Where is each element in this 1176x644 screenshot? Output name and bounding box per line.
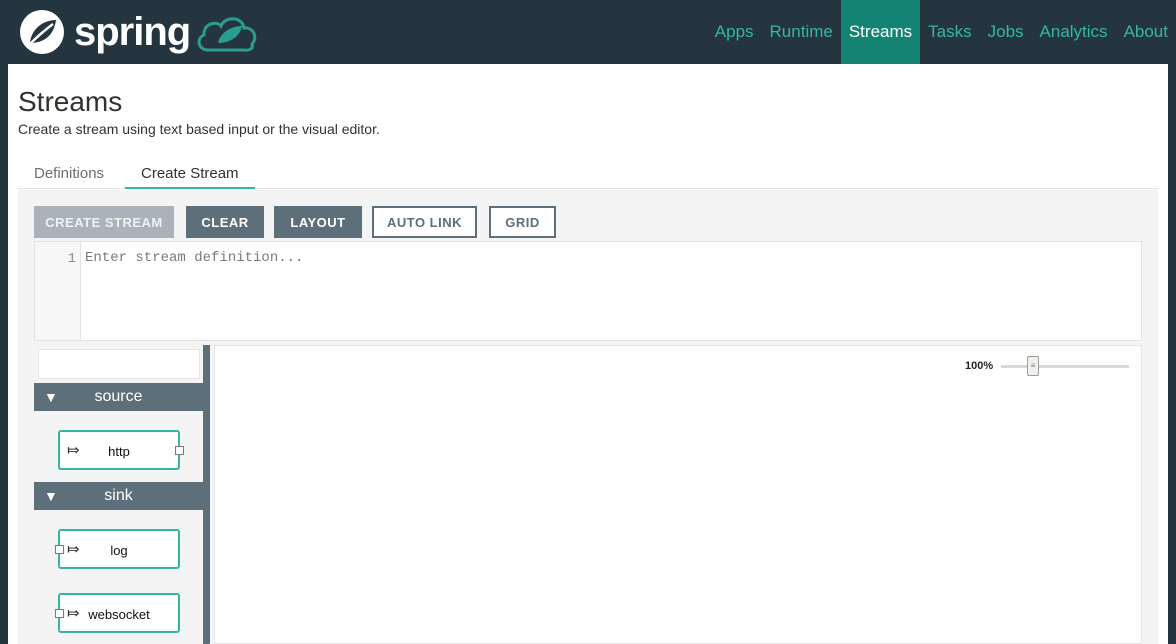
nav-analytics[interactable]: Analytics <box>1032 0 1116 64</box>
layout-button[interactable]: LAYOUT <box>274 206 362 238</box>
page-content: Streams Create a stream using text based… <box>8 64 1168 644</box>
palette-search-input[interactable] <box>38 349 200 379</box>
page-subtitle: Create a stream using text based input o… <box>18 121 380 137</box>
auto-link-button[interactable]: AUTO LINK <box>372 206 477 238</box>
output-port[interactable] <box>175 446 184 455</box>
palette-node-http[interactable]: ⤇ http <box>58 430 184 470</box>
palette-group-label: source <box>94 388 143 405</box>
create-stream-button[interactable]: CREATE STREAM <box>34 206 174 238</box>
palette-group-source[interactable]: ▼ source <box>34 383 203 411</box>
line-number: 1 <box>67 251 76 267</box>
cloud-icon <box>197 17 257 52</box>
palette-group-label: sink <box>104 487 133 504</box>
nav-about[interactable]: About <box>1116 0 1176 64</box>
nav-tasks[interactable]: Tasks <box>920 0 979 64</box>
create-stream-panel: CREATE STREAM CLEAR LAYOUT AUTO LINK GRI… <box>18 190 1158 644</box>
grid-button[interactable]: GRID <box>489 206 556 238</box>
tab-create-stream[interactable]: Create Stream <box>125 159 255 189</box>
palette-node-log[interactable]: ⤇ log <box>55 529 180 569</box>
palette-node-websocket[interactable]: ⤇ websocket <box>55 593 180 633</box>
stream-definition-input[interactable]: Enter stream definition... <box>85 250 303 266</box>
palette: ▼ source ⤇ http ▼ sink ⤇ log ⤇ websocket <box>34 345 210 644</box>
nav-jobs[interactable]: Jobs <box>980 0 1032 64</box>
stream-definition-editor[interactable]: 1 Enter stream definition... <box>34 241 1142 341</box>
zoom-label: 100% <box>965 360 994 372</box>
zoom-slider-track[interactable] <box>1001 365 1129 368</box>
tab-definitions[interactable]: Definitions <box>18 159 120 189</box>
nav-runtime[interactable]: Runtime <box>762 0 841 64</box>
editor-gutter: 1 <box>35 242 81 340</box>
palette-group-sink[interactable]: ▼ sink <box>34 482 203 510</box>
flow-canvas[interactable]: 100% ≡ <box>214 345 1142 644</box>
page-title: Streams <box>18 86 123 117</box>
brand[interactable]: spring <box>18 8 260 56</box>
nav-apps[interactable]: Apps <box>707 0 762 64</box>
spring-leaf-icon <box>20 10 64 54</box>
node-label: http <box>108 444 130 459</box>
node-label: log <box>110 543 128 558</box>
navbar: spring Apps Runtime Streams Tasks Jobs A… <box>0 0 1176 64</box>
nav-streams[interactable]: Streams <box>840 0 921 64</box>
node-label: websocket <box>88 607 150 622</box>
brand-name: spring <box>74 10 191 54</box>
main-nav: Apps Runtime Streams Tasks Jobs Analytic… <box>707 0 1176 64</box>
tab-bar: Definitions Create Stream <box>18 159 1158 189</box>
zoom-slider-handle[interactable]: ≡ <box>1027 356 1039 376</box>
clear-button[interactable]: CLEAR <box>186 206 264 238</box>
